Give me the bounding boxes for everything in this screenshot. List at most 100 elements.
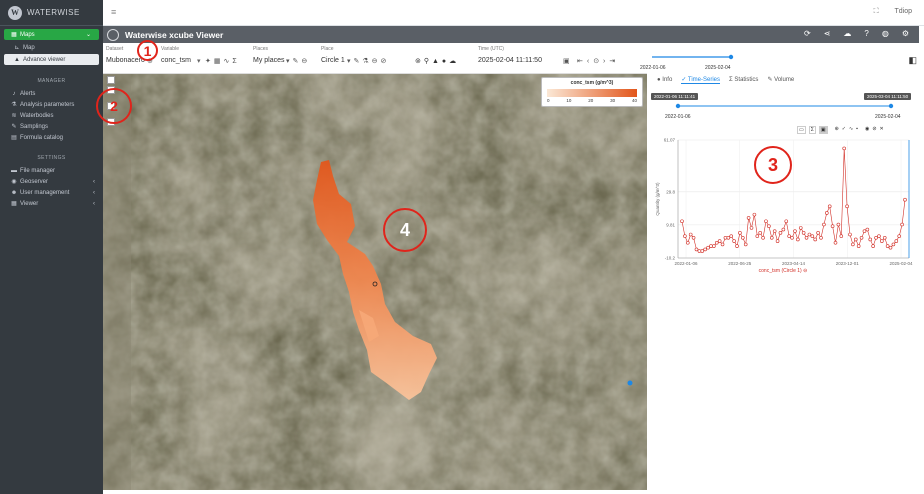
data-point[interactable] (680, 219, 684, 224)
data-point[interactable] (900, 222, 904, 227)
data-point[interactable] (732, 239, 736, 243)
data-point[interactable] (801, 231, 806, 235)
menu-toggle-icon[interactable]: ≡ (111, 7, 116, 17)
variable-select[interactable]: conc_tsm (161, 57, 191, 64)
data-point[interactable] (833, 240, 838, 245)
data-point[interactable] (816, 231, 820, 235)
data-point[interactable] (726, 236, 731, 240)
data-point[interactable] (793, 229, 797, 233)
sidebar-item-map[interactable]: ⊾ Map (0, 42, 103, 53)
data-point[interactable] (691, 236, 696, 240)
share-icon[interactable]: ⋖ (824, 29, 831, 38)
cloud-icon[interactable]: ☁ (843, 29, 851, 38)
data-point[interactable] (743, 242, 748, 247)
data-point[interactable] (784, 219, 789, 224)
data-point[interactable] (749, 226, 754, 230)
chart-tool-icon[interactable]: ▪ (856, 126, 858, 134)
user-name[interactable]: Tdiop (894, 8, 912, 16)
data-point[interactable] (796, 237, 800, 242)
data-point[interactable] (807, 232, 812, 237)
panel-toggle-icon[interactable]: ◧ (908, 55, 917, 66)
data-point[interactable] (868, 237, 873, 242)
satellite-map[interactable] (103, 74, 647, 490)
data-point[interactable] (706, 245, 710, 250)
data-point[interactable] (752, 212, 757, 217)
data-point[interactable] (839, 234, 844, 238)
time-nav-icons[interactable]: ⇤‹⊙›⇥ (577, 57, 619, 65)
data-point[interactable] (758, 231, 762, 235)
camera-icon[interactable]: ◉ (865, 126, 869, 134)
chart-tool-icon[interactable]: ⊘ (872, 126, 876, 134)
data-point[interactable] (888, 245, 893, 250)
data-point[interactable] (842, 146, 846, 151)
tab-time-series[interactable]: ✓ Time-Series (681, 76, 721, 84)
data-point[interactable] (903, 197, 907, 202)
data-point[interactable] (741, 236, 745, 240)
data-point[interactable] (781, 227, 786, 232)
data-point[interactable] (856, 244, 861, 248)
data-point[interactable] (810, 234, 815, 238)
data-point[interactable] (877, 234, 881, 238)
data-point[interactable] (862, 229, 867, 233)
data-point[interactable] (714, 240, 719, 245)
data-point[interactable] (891, 242, 896, 247)
range-handle-end[interactable] (888, 103, 894, 109)
data-point[interactable] (717, 239, 722, 243)
settings-icon[interactable]: ⚙ (902, 29, 909, 38)
sidebar-item-advance-viewer[interactable]: ▲ Advance viewer (4, 54, 99, 65)
data-point[interactable] (865, 227, 870, 232)
sidebar-item-alerts[interactable]: ♪ Alerts (0, 88, 103, 99)
data-point[interactable] (712, 244, 716, 248)
colorbar-legend[interactable]: conc_tsm (g/m^3) 0 10 20 30 40 (541, 77, 643, 107)
chart-tool-icon[interactable]: Σ (808, 126, 816, 134)
data-point[interactable] (819, 236, 823, 240)
tab-statistics[interactable]: Σ Statistics (729, 77, 758, 83)
sidebar-item-samplings[interactable]: ✎ Samplings (0, 121, 103, 132)
data-point[interactable] (738, 231, 742, 235)
data-point[interactable] (845, 204, 849, 209)
time-slider[interactable] (647, 43, 919, 74)
data-point[interactable] (836, 222, 841, 227)
help-icon[interactable]: ? (864, 29, 868, 38)
data-point[interactable] (735, 244, 739, 248)
zoom-in-button[interactable] (107, 76, 115, 84)
place-tools-icons[interactable]: ▾✎⚗⊖⊘ (347, 57, 389, 65)
data-point[interactable] (897, 234, 902, 238)
places-select[interactable]: My places (253, 57, 285, 64)
data-point[interactable] (880, 239, 884, 243)
data-point[interactable] (720, 242, 725, 247)
data-point[interactable] (767, 224, 771, 229)
data-point[interactable] (859, 236, 864, 240)
data-point[interactable] (755, 234, 760, 238)
tab-info[interactable]: ● Info (657, 77, 672, 83)
data-point[interactable] (688, 232, 693, 237)
draw-tools-icons[interactable]: ⊚⚲▲●☁ (415, 57, 459, 65)
sidebar-item-formula-catalog[interactable]: ▤ Formula catalog (0, 132, 103, 143)
data-point[interactable] (775, 239, 780, 243)
close-icon[interactable]: ✕ (880, 126, 884, 134)
chart-tool-icon[interactable]: ⊕ (835, 126, 839, 134)
data-point[interactable] (798, 226, 803, 230)
refresh-icon[interactable]: ⟳ (804, 29, 811, 38)
data-point[interactable] (853, 237, 858, 242)
calendar-icon[interactable]: ▣ (563, 57, 570, 65)
sidebar-item-file-manager[interactable]: ▬ File manager (0, 165, 103, 176)
data-point[interactable] (685, 240, 690, 245)
place-pin-icon[interactable] (627, 380, 633, 386)
data-point[interactable] (813, 237, 818, 242)
range-slider[interactable] (647, 100, 919, 112)
data-point[interactable] (746, 216, 751, 220)
places-tools-icons[interactable]: ▾✎⊖ (286, 57, 310, 65)
data-point[interactable] (894, 239, 899, 243)
sidebar-item-waterbodies[interactable]: ≋ Waterbodies (0, 110, 103, 121)
data-point[interactable] (703, 247, 707, 252)
data-point[interactable] (874, 236, 878, 240)
data-point[interactable] (700, 249, 705, 253)
sidebar-item-maps[interactable]: ▦ Maps ⌄ (4, 29, 99, 40)
sidebar-item-viewer[interactable]: ▦ Viewer ‹ (0, 198, 103, 209)
sidebar-item-user-management[interactable]: ☻ User management ‹ (0, 187, 103, 198)
data-point[interactable] (848, 232, 852, 237)
data-point[interactable] (851, 242, 855, 247)
data-point[interactable] (790, 236, 794, 240)
time-slider-handle[interactable] (728, 54, 734, 60)
